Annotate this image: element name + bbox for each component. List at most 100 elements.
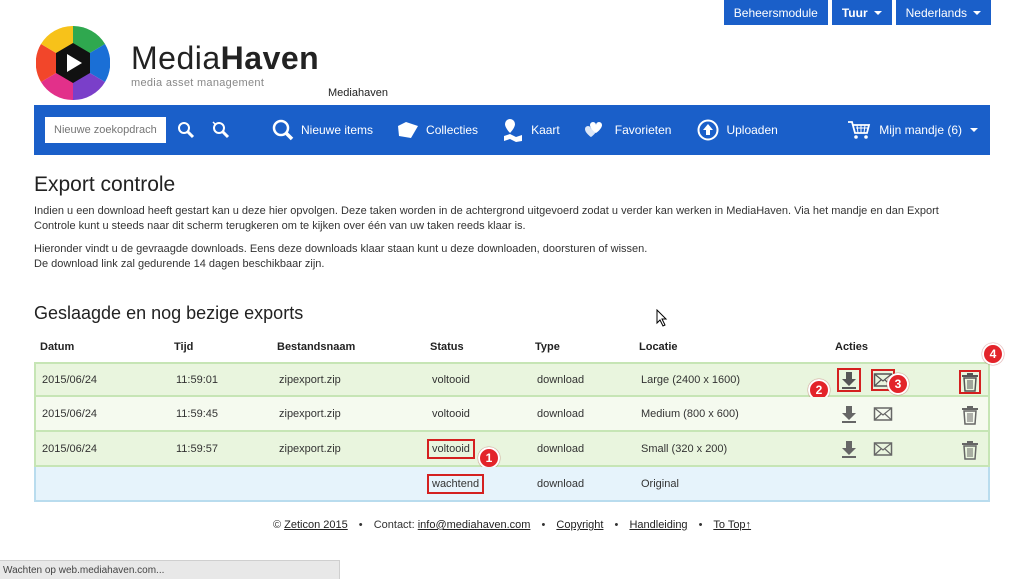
search-icon[interactable] bbox=[177, 121, 195, 139]
cart-icon bbox=[848, 121, 871, 139]
exports-table: Datum Tijd Bestandsnaam Status Type Loca… bbox=[34, 336, 1004, 502]
cell-date: 2015/06/24 bbox=[42, 442, 98, 455]
top-buttons: Beheersmodule Tuur Nederlands bbox=[723, 0, 991, 25]
trash-icon[interactable] bbox=[959, 370, 981, 394]
cell-location: Original bbox=[641, 477, 679, 490]
cell-filename: zipexport.zip bbox=[279, 407, 341, 420]
cell-date: 2015/06/24 bbox=[42, 407, 98, 420]
language-button[interactable]: Nederlands bbox=[895, 0, 991, 25]
trash-icon[interactable] bbox=[959, 438, 981, 465]
intro-paragraph: Indien u een download heeft gestart kan … bbox=[34, 205, 939, 232]
search-input[interactable] bbox=[45, 117, 166, 143]
cell-time: 11:59:01 bbox=[176, 373, 219, 386]
annotation-badge-1: 1 bbox=[478, 447, 500, 469]
manual-link[interactable]: Handleiding bbox=[629, 519, 687, 531]
mouse-cursor-icon bbox=[656, 309, 668, 327]
mail-icon[interactable] bbox=[871, 438, 895, 460]
logo-title-bold: Haven bbox=[220, 40, 320, 76]
map-pin-icon bbox=[504, 119, 523, 142]
mail-icon[interactable] bbox=[871, 403, 895, 425]
main-navbar: Nieuwe items Collecties Kaart Favorieten… bbox=[34, 105, 990, 155]
row-actions bbox=[831, 437, 911, 461]
status-highlight: voltooid bbox=[427, 438, 475, 459]
copyright-link[interactable]: Copyright bbox=[556, 519, 603, 531]
chevron-down-icon bbox=[970, 128, 978, 132]
cell-date: 2015/06/24 bbox=[42, 373, 98, 386]
language-label: Nederlands bbox=[905, 5, 967, 20]
annotation-badge-3: 3 bbox=[887, 373, 909, 395]
cell-location: Small (320 x 200) bbox=[641, 442, 728, 455]
footer-separator: • bbox=[614, 519, 619, 531]
folder-icon bbox=[398, 122, 419, 138]
footer-separator: • bbox=[698, 519, 703, 531]
logo[interactable]: MediaHaven media asset management bbox=[36, 26, 319, 100]
availability-note: De download link zal gedurende 14 dagen … bbox=[34, 258, 325, 270]
advanced-search-icon[interactable] bbox=[212, 121, 232, 139]
cell-status: voltooid bbox=[432, 373, 470, 386]
cell-location: Medium (800 x 600) bbox=[641, 407, 739, 420]
header-status: Status bbox=[430, 341, 464, 353]
copyright-symbol: © bbox=[272, 519, 282, 531]
nav-map[interactable]: Kaart bbox=[502, 118, 560, 142]
download-icon[interactable] bbox=[837, 402, 861, 426]
hearts-icon bbox=[584, 122, 602, 137]
cell-time: 11:59:57 bbox=[176, 442, 219, 455]
nav-new-items-label: Nieuwe items bbox=[301, 123, 374, 137]
row-actions bbox=[831, 402, 911, 426]
admin-module-button[interactable]: Beheersmodule bbox=[723, 0, 828, 25]
browser-status-bar: Wachten op web.mediahaven.com... bbox=[0, 560, 340, 579]
cell-filename: zipexport.zip bbox=[279, 373, 341, 386]
nav-map-label: Kaart bbox=[531, 123, 560, 137]
mediahaven-logo-icon bbox=[36, 26, 110, 100]
download-icon[interactable] bbox=[837, 437, 861, 461]
instructions-line: Hieronder vindt u de gevraagde downloads… bbox=[34, 243, 648, 255]
chevron-down-icon bbox=[973, 10, 981, 15]
header-time: Tijd bbox=[174, 341, 194, 353]
footer-separator: • bbox=[358, 519, 363, 531]
contact-label: Contact: bbox=[373, 519, 415, 531]
trash-icon[interactable] bbox=[959, 403, 981, 430]
nav-collections[interactable]: Collecties bbox=[397, 120, 478, 140]
nav-upload[interactable]: Uploaden bbox=[697, 119, 778, 141]
cell-type: download bbox=[537, 373, 585, 386]
nav-favorites-label: Favorieten bbox=[614, 123, 672, 137]
to-top-link[interactable]: To Top↑ bbox=[713, 519, 751, 531]
logo-title: MediaHaven bbox=[131, 41, 319, 75]
status-highlight: wachtend bbox=[427, 473, 485, 494]
email-link[interactable]: info@mediahaven.com bbox=[418, 519, 531, 531]
cart-button[interactable]: Mijn mandje (6) bbox=[847, 105, 978, 155]
header-filename: Bestandsnaam bbox=[277, 341, 356, 353]
company-link[interactable]: Zeticon 2015 bbox=[284, 519, 348, 531]
cell-status: voltooid bbox=[432, 407, 470, 420]
nav-new-items[interactable]: Nieuwe items bbox=[272, 119, 373, 141]
cell-type: download bbox=[537, 477, 585, 490]
upload-arrow-icon bbox=[697, 119, 719, 141]
download-icon[interactable] bbox=[837, 367, 861, 392]
page-title: Export controle bbox=[34, 173, 176, 196]
section-title: Geslaagde en nog bezige exports bbox=[34, 303, 304, 323]
header-date: Datum bbox=[40, 341, 75, 353]
table-header: Datum Tijd Bestandsnaam Status Type Loca… bbox=[34, 336, 990, 358]
table-row: 2015/06/24 11:59:45 zipexport.zip voltoo… bbox=[34, 397, 990, 432]
admin-label: Beheersmodule bbox=[733, 5, 818, 20]
tour-button[interactable]: Tuur bbox=[831, 0, 892, 25]
nav-collections-label: Collecties bbox=[426, 123, 479, 137]
footer-separator: • bbox=[541, 519, 546, 531]
nav-upload-label: Uploaden bbox=[726, 123, 778, 137]
cell-filename: zipexport.zip bbox=[279, 442, 341, 455]
header-type: Type bbox=[535, 341, 560, 353]
cell-location: Large (2400 x 1600) bbox=[641, 373, 741, 386]
logo-subtitle: media asset management bbox=[131, 77, 265, 89]
cell-status: wachtend bbox=[426, 473, 531, 494]
magnifier-icon bbox=[272, 119, 294, 141]
table-row: wachtend download Original bbox=[34, 467, 990, 502]
chevron-down-icon bbox=[873, 10, 882, 15]
nav-favorites[interactable]: Favorieten bbox=[584, 121, 672, 139]
footer: © Zeticon 2015 • Contact: info@mediahave… bbox=[0, 519, 1024, 531]
table-row: 2015/06/24 11:59:01 zipexport.zip voltoo… bbox=[34, 343, 1004, 401]
tour-label: Tuur bbox=[841, 5, 868, 20]
cell-time: 11:59:45 bbox=[176, 407, 219, 420]
annotation-badge-4: 4 bbox=[982, 343, 1004, 365]
cart-label: Mijn mandje (6) bbox=[879, 123, 962, 137]
table-row: 2015/06/24 11:59:57 zipexport.zip voltoo… bbox=[34, 432, 990, 469]
